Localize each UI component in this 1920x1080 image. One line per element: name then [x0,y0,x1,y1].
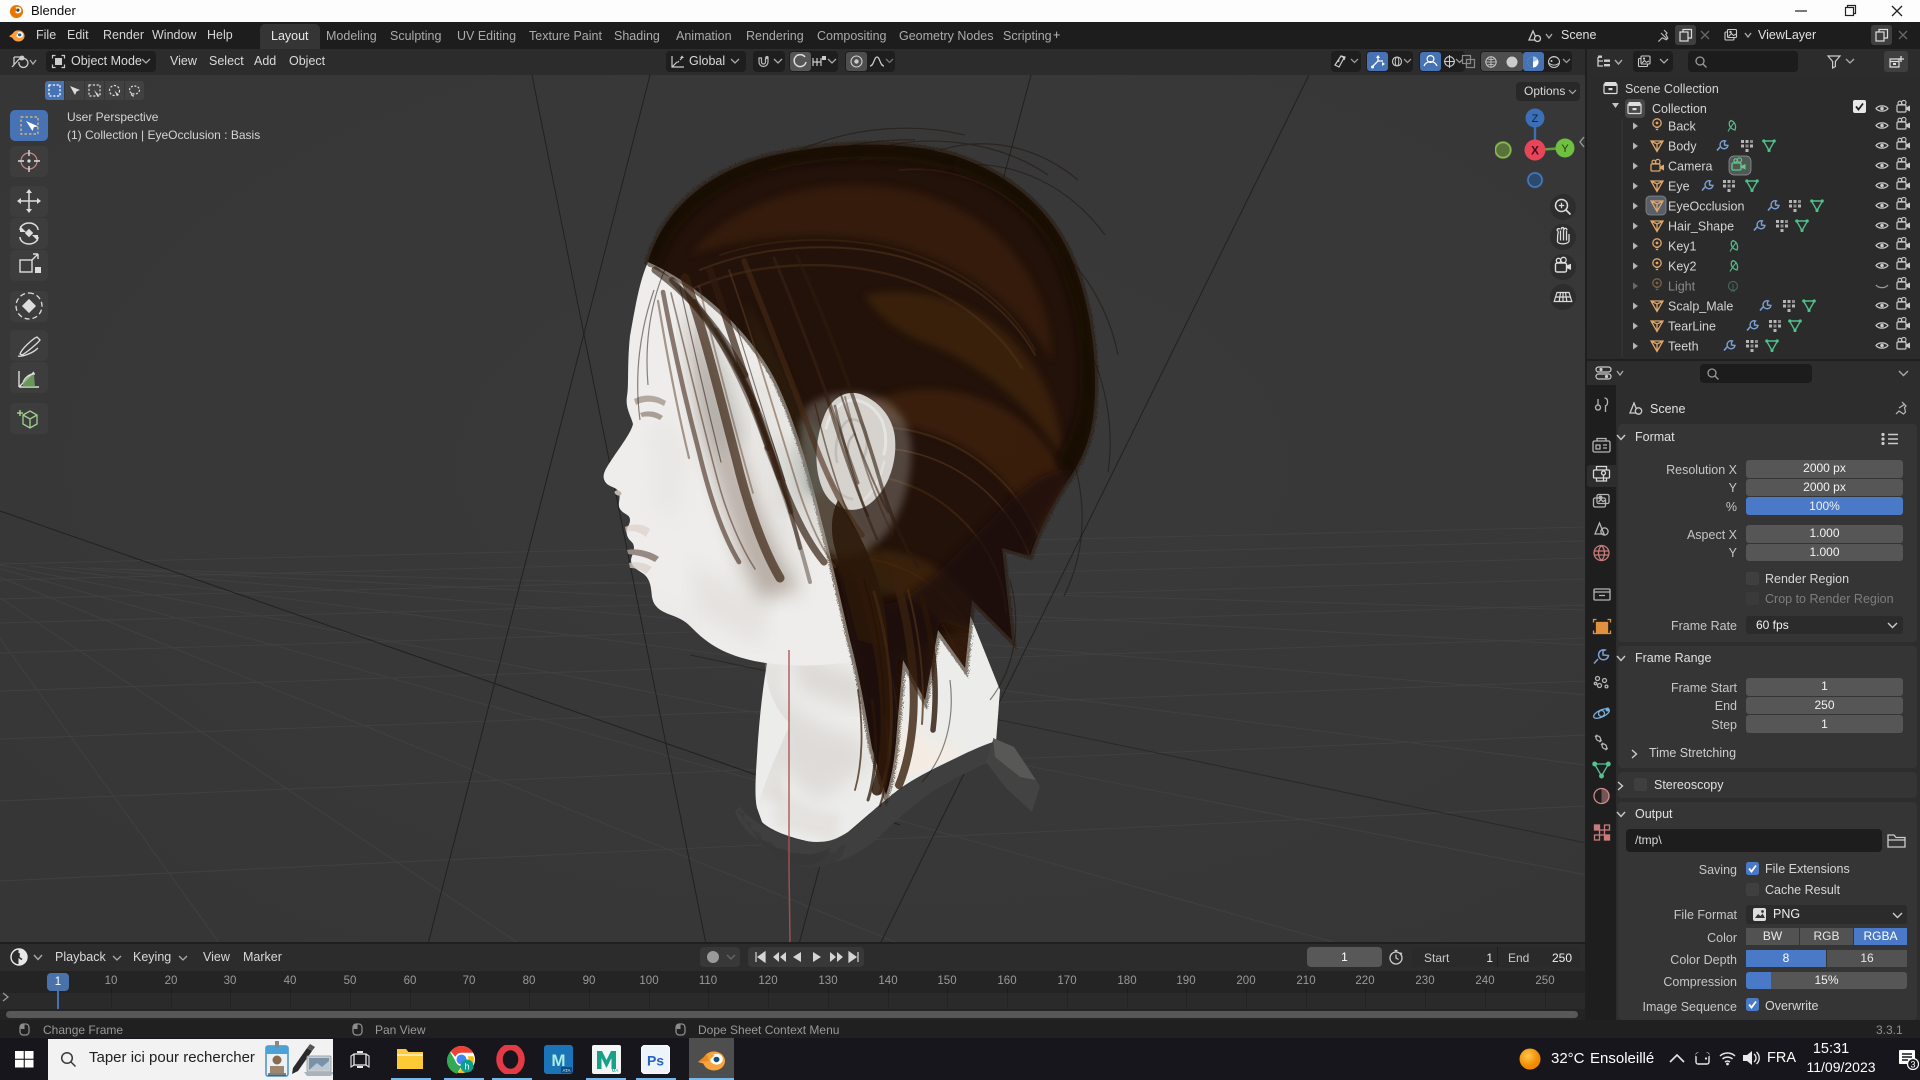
svg-text:X: X [1531,144,1539,158]
svg-text:Eye: Eye [1668,180,1690,194]
svg-text:Z: Z [1532,113,1539,125]
svg-text:Back: Back [1668,120,1697,134]
svg-text:Key2: Key2 [1668,260,1697,274]
svg-text:Camera: Camera [1668,160,1713,174]
svg-text:3: 3 [1910,1060,1915,1070]
svg-text:Ps: Ps [647,1053,664,1069]
svg-text:Body: Body [1668,140,1697,154]
svg-text:Y: Y [1561,143,1569,155]
svg-text:Hair_Shape: Hair_Shape [1668,220,1734,234]
svg-text:Key1: Key1 [1668,240,1697,254]
svg-text:h: h [464,1062,469,1072]
svg-text:Teeth: Teeth [1668,340,1699,354]
svg-text:EyeOcclusion: EyeOcclusion [1668,200,1744,214]
svg-text:ATA: ATA [562,1068,570,1073]
svg-text:MA: MA [612,1068,619,1073]
svg-text:TearLine: TearLine [1668,320,1716,334]
svg-text:Light: Light [1668,280,1696,294]
svg-text:Scalp_Male: Scalp_Male [1668,300,1733,314]
